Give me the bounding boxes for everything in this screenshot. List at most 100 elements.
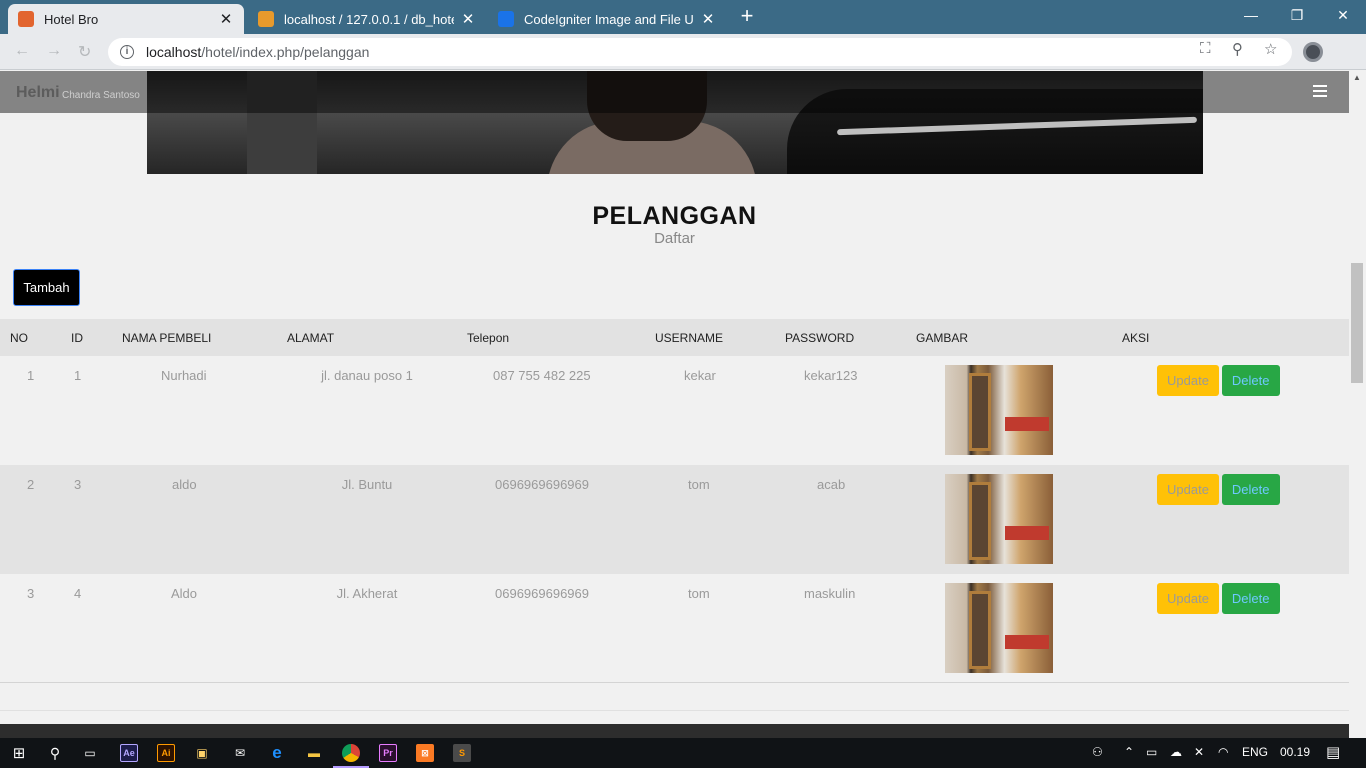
cell-gambar [906, 465, 1112, 574]
cell-username: tom [688, 586, 710, 601]
close-window-button[interactable]: ✕ [1320, 0, 1366, 30]
mail-icon[interactable]: ✉ [229, 743, 251, 763]
cell-id: 3 [74, 477, 82, 492]
forward-icon[interactable]: → [46, 42, 62, 60]
back-icon[interactable]: ← [14, 42, 30, 60]
brand-name[interactable]: Helmi [16, 84, 60, 102]
page-subtitle: Daftar [654, 230, 695, 247]
cell-username: kekar [684, 368, 716, 383]
cell-telepon: 0696969696969 [495, 477, 589, 492]
table-header-row: NO ID NAMA PEMBELI ALAMAT Telepon USERNA… [0, 319, 1349, 356]
room-thumbnail [945, 583, 1053, 673]
table-row: 3 4 Aldo Jl. Akherat 0696969696969 tom m… [0, 574, 1349, 683]
close-icon[interactable]: ✕ [700, 10, 716, 28]
cell-id: 1 [74, 368, 82, 383]
room-thumbnail [945, 365, 1053, 455]
cell-nama: Nurhadi [161, 368, 207, 383]
windows-start-icon[interactable]: ⊞ [8, 743, 30, 763]
edge-icon[interactable]: e [266, 743, 288, 763]
update-button[interactable]: Update [1157, 365, 1219, 396]
wifi-icon[interactable]: ◠ [1218, 745, 1228, 759]
translate-icon[interactable]: ⛶ [1200, 40, 1211, 57]
divider [0, 710, 1349, 711]
cell-aksi: Update Delete [1112, 356, 1349, 465]
column-header: NO [10, 330, 28, 345]
close-icon[interactable]: ✕ [218, 10, 234, 28]
url-path: /hotel/index.php/pelanggan [201, 44, 370, 60]
new-tab-button[interactable]: + [737, 5, 757, 27]
chrome-icon[interactable] [340, 743, 362, 763]
tab-codeigniter[interactable]: CodeIgniter Image and File Uplo ✕ [488, 4, 726, 34]
info-icon[interactable]: i [120, 45, 134, 59]
cell-no: 1 [27, 368, 35, 383]
notification-icon[interactable]: ▤ [1326, 743, 1340, 761]
premiere-icon[interactable]: Pr [377, 743, 399, 763]
column-header: PASSWORD [785, 330, 855, 345]
update-button[interactable]: Update [1157, 474, 1219, 505]
illustrator-icon[interactable]: Ai [155, 743, 177, 763]
xampp-icon[interactable]: ⊠ [414, 743, 436, 763]
profile-avatar[interactable] [1303, 42, 1323, 62]
bookmark-star-icon[interactable]: ☆ [1264, 40, 1277, 58]
tab-title: CodeIgniter Image and File Uplo [524, 11, 694, 27]
table-row: 2 3 aldo Jl. Buntu 0696969696969 tom aca… [0, 465, 1349, 574]
brand-subtitle: Chandra Santoso [62, 90, 140, 101]
browser-tab-bar: Hotel Bro ✕ localhost / 127.0.0.1 / db_h… [0, 0, 1366, 34]
update-button[interactable]: Update [1157, 583, 1219, 614]
delete-button[interactable]: Delete [1221, 365, 1280, 396]
url-input[interactable]: i localhost/hotel/index.php/pelanggan [108, 38, 1292, 66]
cell-gambar [906, 574, 1112, 683]
address-bar-row: ← → ↻ i localhost/hotel/index.php/pelang… [0, 34, 1366, 70]
url-host: localhost [146, 44, 202, 60]
hamburger-menu-icon[interactable] [1313, 85, 1327, 97]
column-header: AKSI [1122, 330, 1150, 345]
site-navbar: Helmi Chandra Santoso [0, 71, 1349, 113]
tab-title: localhost / 127.0.0.1 / db_hotel / [284, 11, 454, 27]
search-icon[interactable]: ⚲ [44, 743, 66, 763]
chevron-up-icon[interactable]: ⌃ [1124, 745, 1134, 759]
after-effects-icon[interactable]: Ae [118, 743, 140, 763]
delete-button[interactable]: Delete [1221, 583, 1280, 614]
task-view-icon[interactable]: ▭ [79, 743, 101, 763]
cell-alamat: jl. danau poso 1 [321, 368, 413, 383]
restore-button[interactable]: ❐ [1274, 0, 1320, 30]
column-header: GAMBAR [916, 330, 969, 345]
mute-icon[interactable]: ✕ [1194, 745, 1204, 759]
page-scrollbar[interactable]: ▲ [1349, 71, 1366, 724]
file-explorer-icon[interactable]: ▬ [303, 743, 325, 763]
reload-icon[interactable]: ↻ [78, 42, 91, 62]
column-header: NAMA PEMBELI [122, 330, 212, 345]
close-icon[interactable]: ✕ [460, 10, 476, 28]
cloud-icon[interactable]: ☁ [1170, 745, 1182, 759]
battery-icon[interactable]: ▭ [1146, 745, 1157, 759]
sublime-icon[interactable]: S [451, 743, 473, 763]
cell-aksi: Update Delete [1112, 574, 1349, 683]
page-content: Helmi Chandra Santoso PELANGGAN Daftar T… [0, 71, 1349, 724]
store-icon[interactable]: ▣ [191, 743, 213, 763]
scrollbar-thumb[interactable] [1351, 263, 1363, 383]
zoom-icon[interactable]: ⚲ [1232, 40, 1243, 58]
people-icon[interactable]: ⚇ [1092, 745, 1103, 759]
cell-username: tom [688, 477, 710, 492]
cell-password: kekar123 [804, 368, 858, 383]
cell-password: acab [817, 477, 846, 492]
cell-telepon: 0696969696969 [495, 586, 589, 601]
column-header: ALAMAT [287, 330, 335, 345]
tab-phpmyadmin[interactable]: localhost / 127.0.0.1 / db_hotel / ✕ [248, 4, 486, 34]
add-button[interactable]: Tambah [13, 269, 80, 306]
cell-alamat: Jl. Buntu [341, 477, 393, 492]
document-icon [498, 11, 514, 27]
cell-gambar [906, 356, 1112, 465]
minimize-button[interactable]: — [1228, 0, 1274, 30]
language-indicator[interactable]: ENG [1242, 745, 1268, 759]
delete-button[interactable]: Delete [1221, 474, 1280, 505]
customer-table: NO ID NAMA PEMBELI ALAMAT Telepon USERNA… [0, 319, 1349, 683]
table-row: 1 1 Nurhadi jl. danau poso 1 087 755 482… [0, 356, 1349, 465]
page-title: PELANGGAN [592, 202, 757, 230]
tab-hotel-bro[interactable]: Hotel Bro ✕ [8, 4, 244, 34]
cell-telepon: 087 755 482 225 [493, 368, 591, 383]
cell-id: 4 [74, 586, 82, 601]
cell-password: maskulin [804, 586, 856, 601]
clock[interactable]: 00.19 [1280, 745, 1310, 759]
cell-aksi: Update Delete [1112, 465, 1349, 574]
